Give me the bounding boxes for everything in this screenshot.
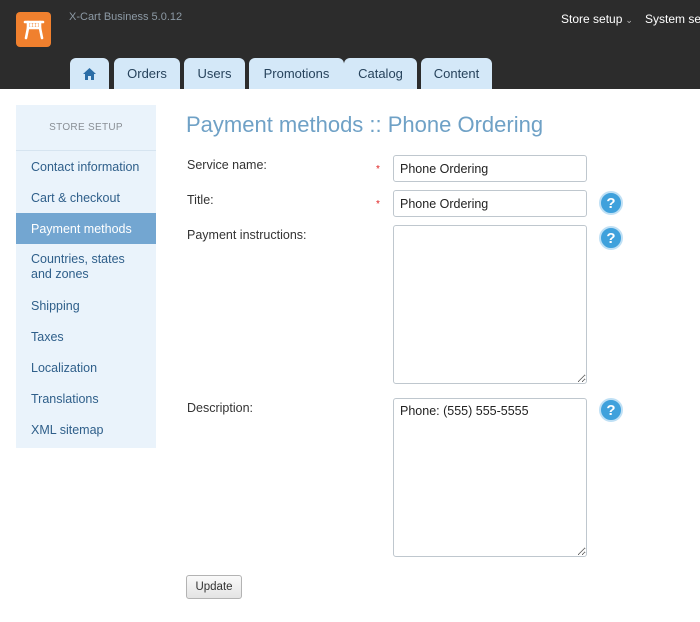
cart-logo-icon — [23, 20, 44, 39]
xcart-logo[interactable] — [16, 12, 51, 47]
tab-users[interactable]: Users — [184, 58, 245, 89]
description-textarea[interactable]: Phone: (555) 555-5555 — [393, 398, 587, 557]
sidebar-item-contact-information[interactable]: Contact information — [16, 151, 156, 182]
description-label: Description: — [187, 401, 253, 415]
sidebar-item-translations[interactable]: Translations — [16, 383, 156, 414]
description-help-icon[interactable]: ? — [599, 398, 623, 422]
tab-content[interactable]: Content — [421, 58, 492, 89]
version-label: X-Cart Business 5.0.12 — [69, 11, 183, 23]
service-name-required-mark: * — [376, 164, 380, 175]
sidebar-header: STORE SETUP — [16, 105, 156, 151]
store-setup-menu-label: Store setup — [561, 12, 623, 26]
system-settings-menu-label: System sett — [645, 12, 700, 26]
tab-catalog[interactable]: Catalog — [344, 58, 417, 89]
sidebar-item-taxes[interactable]: Taxes — [16, 321, 156, 352]
sidebar-item-localization[interactable]: Localization — [16, 352, 156, 383]
top-bar: X-Cart Business 5.0.12 Store setup ⌄ Syst… — [0, 0, 700, 89]
service-name-input[interactable] — [393, 155, 587, 182]
payment-instructions-label: Payment instructions: — [187, 228, 307, 242]
sidebar-item-xml-sitemap[interactable]: XML sitemap — [16, 414, 156, 445]
tab-orders[interactable]: Orders — [114, 58, 180, 89]
sidebar-item-payment-methods[interactable]: Payment methods — [16, 213, 156, 244]
tab-home[interactable] — [70, 58, 109, 89]
store-setup-menu[interactable]: Store setup ⌄ — [561, 12, 633, 26]
page-title: Payment methods :: Phone Ordering — [186, 112, 544, 137]
tab-promotions[interactable]: Promotions — [249, 58, 344, 89]
home-icon — [83, 67, 96, 80]
system-settings-menu[interactable]: System sett — [645, 12, 700, 26]
payment-instructions-textarea[interactable] — [393, 225, 587, 384]
title-label: Title: — [187, 193, 214, 207]
payment-instructions-help-icon[interactable]: ? — [599, 226, 623, 250]
sidebar-item-shipping[interactable]: Shipping — [16, 290, 156, 321]
store-setup-sidebar: STORE SETUP Contact information Cart & c… — [16, 105, 156, 448]
title-help-icon[interactable]: ? — [599, 191, 623, 215]
title-required-mark: * — [376, 199, 380, 210]
update-button[interactable]: Update — [186, 575, 242, 599]
sidebar-item-countries-states-zones[interactable]: Countries, states and zones — [16, 244, 156, 290]
service-name-label: Service name: — [187, 158, 267, 172]
title-input[interactable] — [393, 190, 587, 217]
sidebar-item-cart-checkout[interactable]: Cart & checkout — [16, 182, 156, 213]
chevron-down-icon: ⌄ — [625, 15, 633, 25]
